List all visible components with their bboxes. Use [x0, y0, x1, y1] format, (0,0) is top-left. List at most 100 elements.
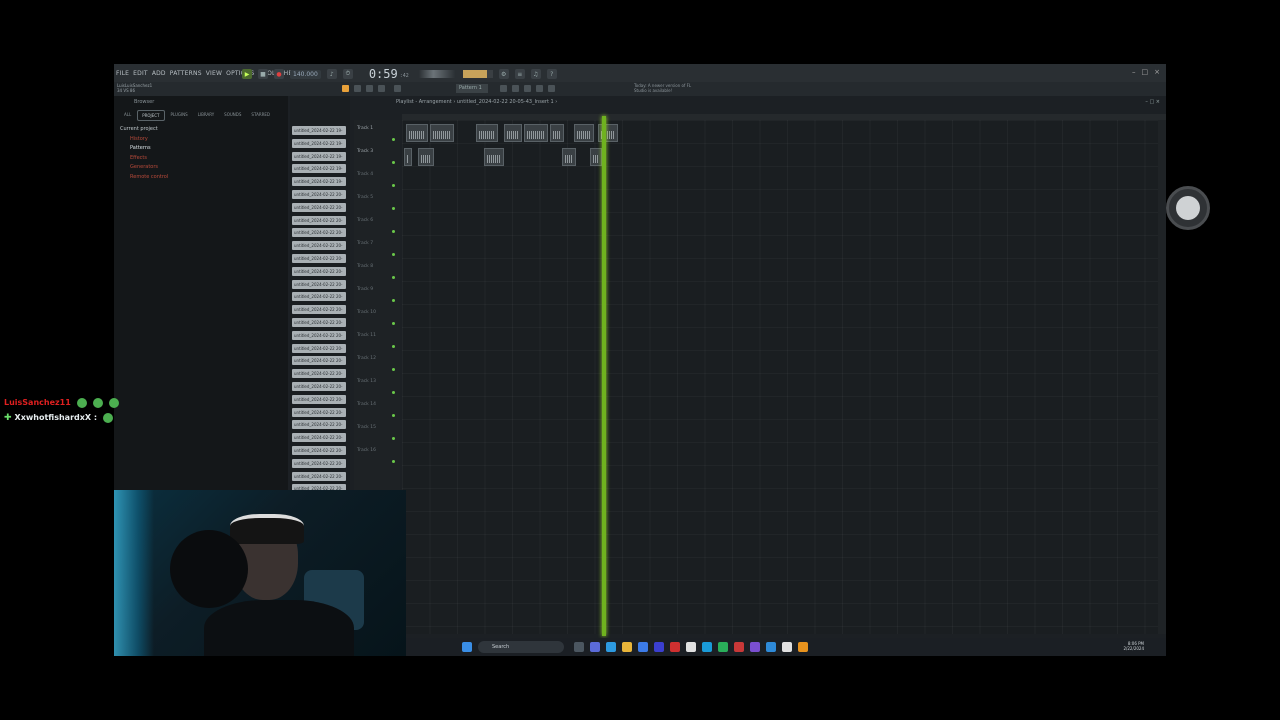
channel-button[interactable]: untitled_2024-02-22 20- — [292, 228, 346, 238]
file-explorer-icon[interactable] — [622, 642, 632, 652]
app-red-icon[interactable] — [670, 642, 680, 652]
track-name[interactable]: Track 1 — [357, 126, 373, 131]
record-button[interactable]: ● — [274, 69, 284, 79]
audio-clip[interactable] — [404, 148, 412, 166]
piano-roll-icon[interactable] — [500, 85, 507, 92]
track-name[interactable]: Track 13 — [357, 379, 376, 384]
channel-button[interactable]: untitled_2024-02-22 19- — [292, 126, 346, 135]
tree-remote-control[interactable]: Remote control — [120, 173, 282, 183]
track-active-dot[interactable] — [392, 253, 395, 256]
tab-project[interactable]: PROJECT — [137, 110, 165, 121]
tab-starred[interactable]: STARRED — [247, 110, 274, 121]
taskbar-search[interactable]: Search — [478, 641, 564, 653]
close-icon[interactable]: × — [1154, 68, 1160, 76]
track-active-dot[interactable] — [392, 322, 395, 325]
track-name[interactable]: Track 4 — [357, 172, 373, 177]
taskbar-clock[interactable]: 8:06 PM 2/22/2024 — [1123, 641, 1144, 651]
channel-button[interactable]: untitled_2024-02-22 20- — [292, 446, 346, 455]
audio-clip[interactable] — [504, 124, 522, 142]
channel-button[interactable]: untitled_2024-02-22 20- — [292, 356, 346, 366]
paint-tool-icon[interactable] — [354, 85, 361, 92]
track-active-dot[interactable] — [392, 161, 395, 164]
track-active-dot[interactable] — [392, 276, 395, 279]
tab-all[interactable]: ALL — [120, 110, 135, 121]
channel-rack-icon[interactable] — [512, 85, 519, 92]
menu-edit[interactable]: EDIT — [131, 70, 150, 77]
channel-button[interactable]: untitled_2024-02-22 19- — [292, 177, 346, 187]
channel-button[interactable]: untitled_2024-02-22 20- — [292, 202, 346, 212]
track-active-dot[interactable] — [392, 437, 395, 440]
maximize-icon[interactable]: □ — [1142, 68, 1149, 76]
track-active-dot[interactable] — [392, 299, 395, 302]
app-calendar-icon[interactable] — [734, 642, 744, 652]
playlist-window-controls[interactable]: – □ × — [1145, 99, 1160, 105]
store-icon[interactable] — [638, 642, 648, 652]
track-name[interactable]: Track 11 — [357, 333, 376, 338]
track-name[interactable]: Track 7 — [357, 241, 373, 246]
audio-clip[interactable] — [406, 124, 428, 142]
channel-button[interactable]: untitled_2024-02-22 20- — [292, 292, 346, 302]
notes-icon[interactable] — [686, 642, 696, 652]
track-name[interactable]: Track 6 — [357, 218, 373, 223]
channel-button[interactable]: untitled_2024-02-22 20- — [292, 458, 346, 468]
tree-generators[interactable]: Generators — [120, 163, 282, 173]
channel-button[interactable]: untitled_2024-02-22 20- — [292, 471, 346, 481]
channel-button[interactable]: untitled_2024-02-22 20- — [292, 318, 346, 327]
fl-studio-icon[interactable] — [798, 642, 808, 652]
tempo-display[interactable]: 140.000 — [290, 69, 321, 79]
task-view-icon[interactable] — [574, 642, 584, 652]
track-active-dot[interactable] — [392, 138, 395, 141]
track-name[interactable]: Track 5 — [357, 195, 373, 200]
channel-button[interactable]: untitled_2024-02-22 20- — [292, 215, 346, 225]
app-blue-icon[interactable] — [702, 642, 712, 652]
media-icon[interactable] — [782, 642, 792, 652]
delete-tool-icon[interactable] — [366, 85, 373, 92]
channel-button[interactable]: untitled_2024-02-22 20- — [292, 394, 346, 404]
wait-icon[interactable]: ⏱ — [342, 69, 353, 79]
channel-button[interactable]: untitled_2024-02-22 19- — [292, 138, 346, 148]
chat-app-icon[interactable] — [590, 642, 600, 652]
audio-clip[interactable] — [430, 124, 454, 142]
channel-button[interactable]: untitled_2024-02-22 20- — [292, 420, 346, 430]
settings-icon[interactable]: ⚙ — [498, 69, 509, 79]
menu-add[interactable]: ADD — [150, 70, 168, 77]
track-active-dot[interactable] — [392, 207, 395, 210]
app-green-icon[interactable] — [718, 642, 728, 652]
track-name[interactable]: Track 3 — [357, 149, 373, 154]
track-name[interactable]: Track 16 — [357, 448, 376, 453]
play-button[interactable]: ▶ — [242, 69, 252, 79]
track-name[interactable]: Track 14 — [357, 402, 376, 407]
track-name[interactable]: Track 9 — [357, 287, 373, 292]
tree-effects[interactable]: Effects — [120, 154, 282, 164]
audio-clip[interactable] — [524, 124, 548, 142]
pattern-selector[interactable]: Pattern 1 — [456, 84, 488, 93]
track-active-dot[interactable] — [392, 184, 395, 187]
menu-view[interactable]: VIEW — [204, 70, 224, 77]
track-active-dot[interactable] — [392, 391, 395, 394]
audio-clip[interactable] — [418, 148, 434, 166]
track-active-dot[interactable] — [392, 368, 395, 371]
windows-start-icon[interactable] — [462, 642, 472, 652]
draw-tool-icon[interactable] — [342, 85, 349, 92]
audio-clip[interactable] — [476, 124, 498, 142]
channel-button[interactable]: untitled_2024-02-22 19- — [292, 164, 346, 174]
snap-icon[interactable] — [394, 85, 401, 92]
channel-button[interactable]: untitled_2024-02-22 20- — [292, 343, 346, 353]
channel-button[interactable]: untitled_2024-02-22 20- — [292, 241, 346, 251]
channel-button[interactable]: untitled_2024-02-22 20- — [292, 407, 346, 417]
menu-patterns[interactable]: PATTERNS — [168, 70, 204, 77]
playlist-grid[interactable] — [402, 120, 1162, 634]
channel-button[interactable]: untitled_2024-02-22 20- — [292, 369, 346, 379]
tab-sounds[interactable]: SOUNDS — [220, 110, 245, 121]
tab-plugins[interactable]: PLUGINS — [167, 110, 192, 121]
audio-clip[interactable] — [550, 124, 564, 142]
channel-button[interactable]: untitled_2024-02-22 20- — [292, 330, 346, 340]
mixer-view-icon[interactable] — [524, 85, 531, 92]
track-active-dot[interactable] — [392, 230, 395, 233]
audio-clip[interactable] — [598, 124, 618, 142]
channel-button[interactable]: untitled_2024-02-22 20- — [292, 266, 346, 276]
track-name[interactable]: Track 10 — [357, 310, 376, 315]
audio-clip[interactable] — [590, 148, 602, 166]
update-hint[interactable]: Today: A newer version of FL Studio is a… — [634, 83, 694, 93]
audio-clip[interactable] — [562, 148, 576, 166]
